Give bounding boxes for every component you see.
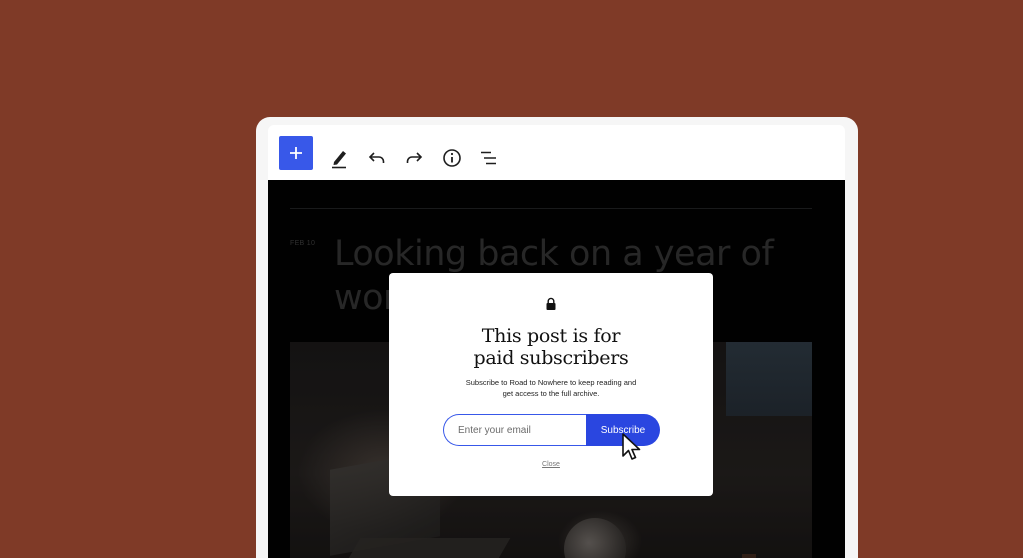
redo-button[interactable] xyxy=(400,144,428,172)
modal-title: This post is for paid subscribers xyxy=(389,325,713,369)
details-button[interactable] xyxy=(438,144,466,172)
email-input[interactable] xyxy=(443,414,589,446)
info-icon xyxy=(443,149,461,167)
pencil-icon xyxy=(332,151,346,169)
editor-toolbar xyxy=(268,125,845,188)
list-view-button[interactable] xyxy=(475,144,503,172)
mouse-pointer-icon xyxy=(622,433,641,460)
list-view-icon xyxy=(481,151,496,165)
modal-description: Subscribe to Road to Nowhere to keep rea… xyxy=(389,377,713,399)
redo-icon xyxy=(406,152,423,163)
plus-icon xyxy=(290,147,302,159)
modal-description-line-1: Subscribe to Road to Nowhere to keep rea… xyxy=(465,378,637,387)
close-link[interactable]: Close xyxy=(389,461,713,468)
modal-title-line-1: This post is for xyxy=(481,325,621,347)
add-block-button[interactable] xyxy=(279,136,313,170)
lock-icon xyxy=(546,297,556,310)
paywall-modal: This post is for paid subscribers Subscr… xyxy=(389,273,713,496)
modal-title-line-2: paid subscribers xyxy=(473,347,629,369)
modal-description-line-2: get access to the full archive. xyxy=(502,389,600,398)
undo-button[interactable] xyxy=(363,144,391,172)
undo-icon xyxy=(368,152,385,163)
tools-button[interactable] xyxy=(326,144,354,172)
